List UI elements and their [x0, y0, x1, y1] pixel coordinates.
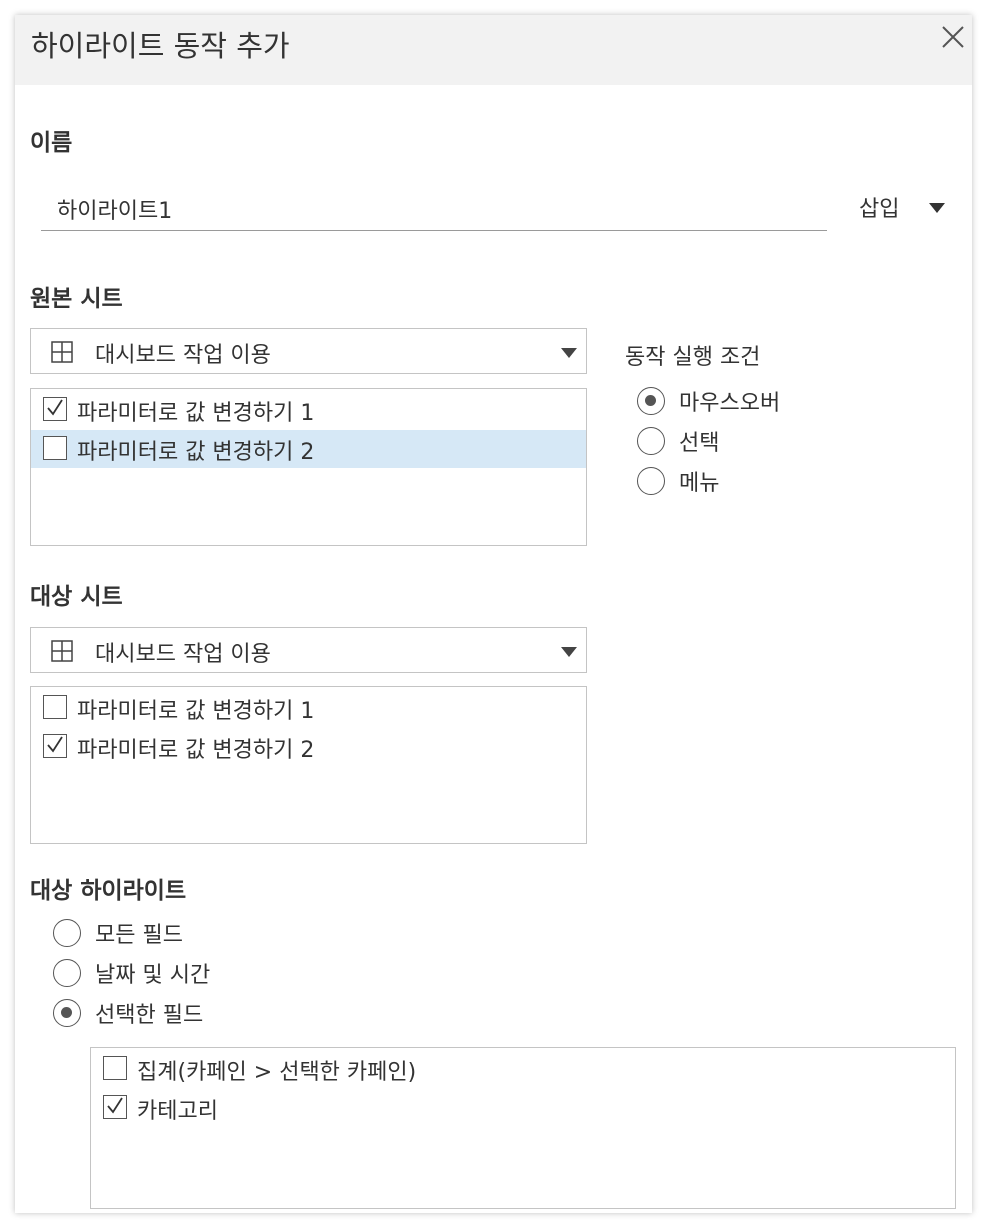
dialog-titlebar: 하이라이트 동작 추가 [15, 15, 972, 85]
source-sheet-dropdown[interactable]: 대시보드 작업 이용 [30, 328, 587, 374]
radio-label: 마우스오버 [679, 391, 781, 416]
list-item[interactable]: 파라미터로 값 변경하기 1 [31, 391, 586, 429]
close-icon[interactable] [941, 25, 972, 57]
radio-unselected[interactable] [53, 919, 81, 947]
target-dropdown-value: 대시보드 작업 이용 [95, 642, 271, 667]
list-item[interactable]: 파라미터로 값 변경하기 2 [31, 430, 586, 468]
field-list: 집계(카페인 > 선택한 카페인) 카테고리 [90, 1047, 956, 1209]
target-highlight-label: 대상 하이라이트 [30, 878, 187, 904]
dashboard-grid-icon [51, 341, 73, 363]
insert-dropdown-icon[interactable] [929, 203, 945, 213]
radio-label: 날짜 및 시간 [95, 963, 211, 988]
list-item[interactable]: 파라미터로 값 변경하기 1 [31, 689, 586, 727]
list-item[interactable]: 집계(카페인 > 선택한 카페인) [91, 1050, 955, 1088]
radio-select[interactable]: 선택 [637, 425, 837, 459]
list-item-label: 집계(카페인 > 선택한 카페인) [137, 1060, 417, 1085]
list-item-label: 카테고리 [137, 1099, 218, 1124]
name-input[interactable] [41, 187, 827, 231]
chevron-down-icon [561, 348, 577, 358]
checkbox[interactable] [43, 436, 67, 460]
radio-label: 메뉴 [679, 471, 720, 496]
checkbox-checked[interactable] [43, 397, 67, 421]
radio-unselected[interactable] [637, 467, 665, 495]
list-item[interactable]: 카테고리 [91, 1089, 955, 1127]
list-item[interactable]: 파라미터로 값 변경하기 2 [31, 728, 586, 766]
radio-label: 선택 [679, 431, 720, 456]
list-item-label: 파라미터로 값 변경하기 1 [77, 699, 315, 724]
target-sheet-label: 대상 시트 [30, 584, 123, 610]
source-dropdown-value: 대시보드 작업 이용 [95, 343, 271, 368]
checkbox[interactable] [103, 1056, 127, 1080]
list-item-label: 파라미터로 값 변경하기 2 [77, 440, 315, 465]
target-sheet-dropdown[interactable]: 대시보드 작업 이용 [30, 627, 587, 673]
dashboard-grid-icon [51, 640, 73, 662]
radio-selected-fields[interactable]: 선택한 필드 [53, 997, 313, 1031]
list-item-label: 파라미터로 값 변경하기 2 [77, 738, 315, 763]
source-sheet-label: 원본 시트 [30, 286, 123, 312]
highlight-action-dialog: 하이라이트 동작 추가 이름 삽입 원본 시트 대시보드 작업 이용 파라미터로… [15, 15, 972, 1213]
insert-button[interactable]: 삽입 [859, 191, 899, 223]
radio-selected[interactable] [637, 387, 665, 415]
checkbox-checked[interactable] [43, 734, 67, 758]
run-condition-label: 동작 실행 조건 [625, 345, 761, 370]
target-sheet-list: 파라미터로 값 변경하기 1 파라미터로 값 변경하기 2 [30, 686, 587, 844]
dialog-title: 하이라이트 동작 추가 [31, 29, 290, 63]
name-label: 이름 [30, 130, 73, 156]
radio-all-fields[interactable]: 모든 필드 [53, 917, 313, 951]
radio-menu[interactable]: 메뉴 [637, 465, 837, 499]
radio-unselected[interactable] [53, 959, 81, 987]
radio-selected[interactable] [53, 999, 81, 1027]
radio-mouseover[interactable]: 마우스오버 [637, 385, 837, 419]
checkbox-checked[interactable] [103, 1095, 127, 1119]
radio-label: 선택한 필드 [95, 1003, 204, 1028]
chevron-down-icon [561, 647, 577, 657]
source-sheet-list: 파라미터로 값 변경하기 1 파라미터로 값 변경하기 2 [30, 388, 587, 546]
checkbox[interactable] [43, 695, 67, 719]
radio-unselected[interactable] [637, 427, 665, 455]
radio-date-time[interactable]: 날짜 및 시간 [53, 957, 313, 991]
list-item-label: 파라미터로 값 변경하기 1 [77, 401, 315, 426]
radio-label: 모든 필드 [95, 923, 183, 948]
